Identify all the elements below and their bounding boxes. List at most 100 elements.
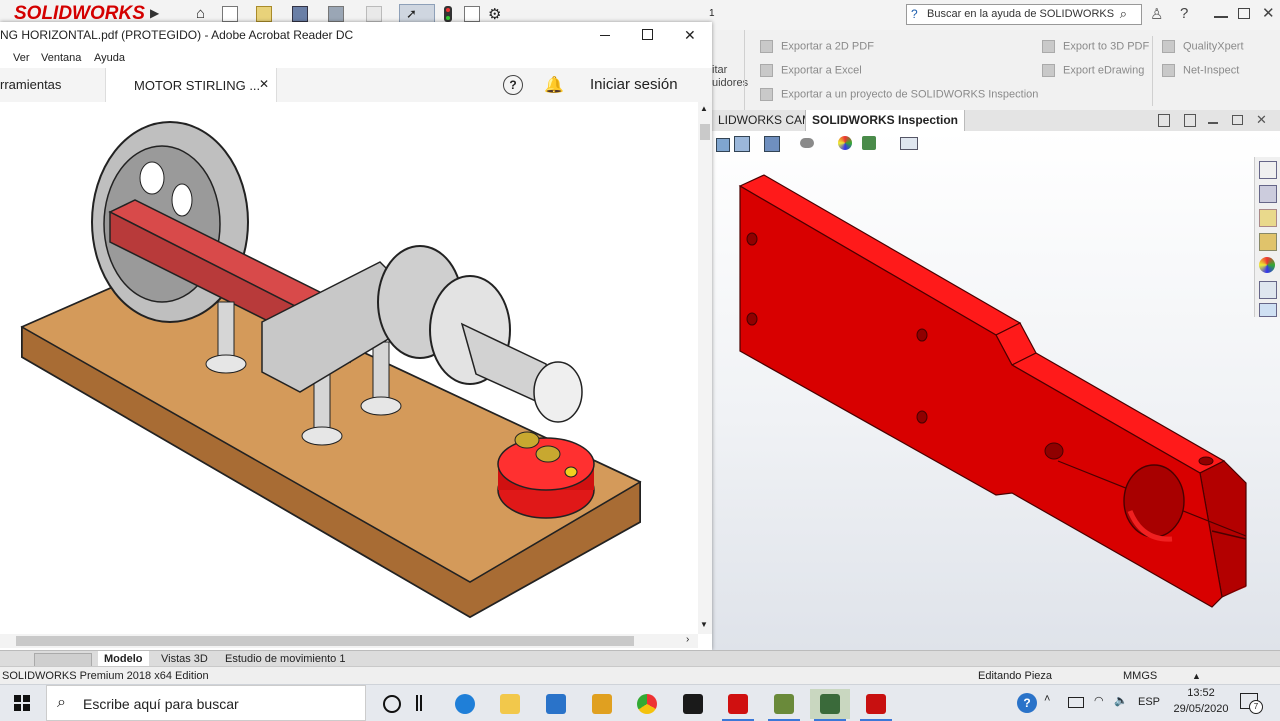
user-icon[interactable]: ♙	[1150, 5, 1163, 23]
file-explorer-icon[interactable]	[1259, 209, 1277, 227]
explorer-icon[interactable]	[490, 689, 530, 719]
new-document-icon[interactable]	[222, 6, 238, 22]
minimize-icon[interactable]	[1214, 16, 1228, 18]
panel-right-icon[interactable]	[1184, 114, 1196, 127]
clock-time[interactable]: 13:52	[1176, 687, 1226, 699]
hide-show-items-icon[interactable]	[800, 138, 814, 148]
sign-in-button[interactable]: Iniciar sesión	[590, 76, 678, 93]
task-view-icon[interactable]	[416, 695, 422, 711]
home-icon[interactable]: ⌂	[196, 6, 212, 22]
scroll-thumb[interactable]	[700, 124, 710, 140]
design-library-icon[interactable]	[1259, 185, 1277, 203]
taskbar-search-box[interactable]: ⌕ Escribe aquí para buscar	[46, 685, 366, 721]
select-pointer-button[interactable]: ➚	[399, 4, 435, 24]
notification-count-badge: 7	[1249, 700, 1263, 714]
pdf-vertical-scrollbar[interactable]: ▲ ▼	[698, 102, 712, 634]
help-search-input[interactable]: ? Buscar en la ayuda de SOLIDWORKS ⌕	[906, 4, 1142, 25]
graphics-area[interactable]	[712, 131, 1280, 650]
section-view-icon[interactable]	[734, 136, 750, 152]
chrome-icon[interactable]	[627, 689, 667, 719]
app-icon-1[interactable]	[764, 689, 804, 721]
acrobat-maximize-icon[interactable]	[642, 29, 653, 40]
expand-menu-icon[interactable]: ▶	[150, 6, 160, 22]
save-icon[interactable]	[292, 6, 308, 22]
view-orientation-icon[interactable]	[764, 136, 780, 152]
red-part-model[interactable]	[712, 131, 1280, 650]
menu-ventana[interactable]: Ventana	[41, 48, 81, 68]
dropbox-icon[interactable]	[673, 689, 713, 719]
export-3d-pdf-button[interactable]: Export to 3D PDF	[1042, 40, 1149, 53]
restore-icon[interactable]	[1238, 8, 1250, 19]
solidworks-resources-home-icon[interactable]	[1259, 161, 1277, 179]
open-folder-icon[interactable]	[256, 6, 272, 22]
help-icon[interactable]: ?	[1180, 5, 1188, 22]
appearances-icon[interactable]	[1259, 257, 1275, 273]
tab-scroll-arrows-icon[interactable]	[34, 653, 92, 667]
print-icon[interactable]	[328, 6, 344, 22]
tab-herramientas[interactable]: rramientas	[0, 68, 104, 102]
tab-vistas-3d[interactable]: Vistas 3D	[155, 651, 214, 667]
edge-icon[interactable]	[445, 689, 485, 719]
apply-scene-icon[interactable]	[862, 136, 876, 150]
mail-icon[interactable]	[536, 689, 576, 719]
edit-appearance-icon[interactable]	[838, 136, 852, 150]
pdf-document-view[interactable]	[0, 102, 698, 634]
viewport-close-icon[interactable]: ✕	[1256, 112, 1267, 128]
cortana-icon[interactable]	[383, 695, 401, 713]
help-circle-icon[interactable]: ?	[503, 75, 523, 95]
undo-icon[interactable]	[366, 6, 382, 22]
traffic-light-icon[interactable]	[444, 6, 452, 22]
tab-estudio-movimiento[interactable]: Estudio de movimiento 1	[219, 651, 351, 667]
menu-ayuda[interactable]: Ayuda	[94, 48, 125, 68]
acrobat-minimize-icon[interactable]	[600, 35, 610, 36]
scroll-right-icon[interactable]: ›	[686, 634, 689, 645]
menu-ver[interactable]: Ver	[13, 48, 30, 68]
options-gear-icon[interactable]: ⚙	[488, 5, 501, 23]
tab-modelo[interactable]: Modelo	[98, 651, 149, 667]
battery-icon[interactable]	[1068, 697, 1084, 708]
volume-icon[interactable]: 🔈	[1114, 694, 1128, 707]
clock-date[interactable]: 29/05/2020	[1169, 703, 1233, 715]
language-indicator[interactable]: ESP	[1138, 696, 1160, 708]
pdf-icon	[760, 40, 773, 53]
tab-solidworks-cam[interactable]: LIDWORKS CAM	[712, 110, 818, 131]
help-tray-icon[interactable]: ?	[1017, 693, 1037, 713]
app-icon-2[interactable]	[810, 689, 850, 721]
file-properties-icon[interactable]	[464, 6, 480, 22]
h-scroll-thumb[interactable]	[16, 636, 634, 646]
previous-view-icon[interactable]	[716, 138, 730, 152]
tab-motor-stirling[interactable]: MOTOR STIRLING ... ✕	[105, 68, 277, 102]
tab-close-icon[interactable]: ✕	[259, 77, 269, 91]
view-palette-icon[interactable]	[1259, 233, 1277, 251]
qualityxpert-button[interactable]: QualityXpert	[1162, 40, 1244, 53]
notifications-icon[interactable]: 7	[1240, 693, 1263, 714]
viewport-restore-icon[interactable]	[1232, 115, 1243, 125]
unit-system[interactable]: MMGS	[1123, 667, 1157, 685]
custom-properties-icon[interactable]	[1259, 281, 1277, 299]
tab-solidworks-inspection[interactable]: SOLIDWORKS Inspection	[805, 110, 966, 131]
export-edrawing-button[interactable]: Export eDrawing	[1042, 64, 1144, 77]
show-hidden-icons-icon[interactable]: ˄	[1044, 693, 1050, 705]
scroll-up-icon[interactable]: ▲	[700, 104, 708, 113]
export-2d-pdf-button[interactable]: Exportar a 2D PDF	[760, 40, 874, 53]
notifications-bell-icon[interactable]: 🔔	[544, 75, 564, 95]
solidworks-icon[interactable]	[856, 689, 896, 721]
close-icon[interactable]: ✕	[1262, 4, 1275, 22]
windows-start-icon[interactable]	[14, 695, 30, 711]
acrobat-close-icon[interactable]: ✕	[684, 22, 696, 48]
panel-left-icon[interactable]	[1158, 114, 1170, 127]
wifi-icon[interactable]: ◠	[1094, 694, 1104, 707]
viewport-minimize-icon[interactable]	[1208, 122, 1218, 124]
view-settings-icon[interactable]	[900, 137, 918, 150]
scroll-down-icon[interactable]: ▼	[700, 620, 708, 629]
sketch-icon[interactable]	[582, 689, 622, 719]
export-excel-button[interactable]: Exportar a Excel	[760, 64, 862, 77]
export-inspection-project-button[interactable]: Exportar a un proyecto de SOLIDWORKS Ins…	[760, 88, 1038, 101]
search-icon[interactable]: ⌕	[1120, 4, 1127, 23]
model-tabs-bar: Modelo Vistas 3D Estudio de movimiento 1	[0, 650, 1280, 667]
pdf-horizontal-scrollbar[interactable]: ›	[0, 634, 698, 648]
net-inspect-button[interactable]: Net-Inspect	[1162, 64, 1239, 77]
units-up-icon[interactable]: ▲	[1192, 667, 1201, 685]
acrobat-icon[interactable]	[718, 689, 758, 721]
forum-icon[interactable]	[1259, 303, 1277, 317]
